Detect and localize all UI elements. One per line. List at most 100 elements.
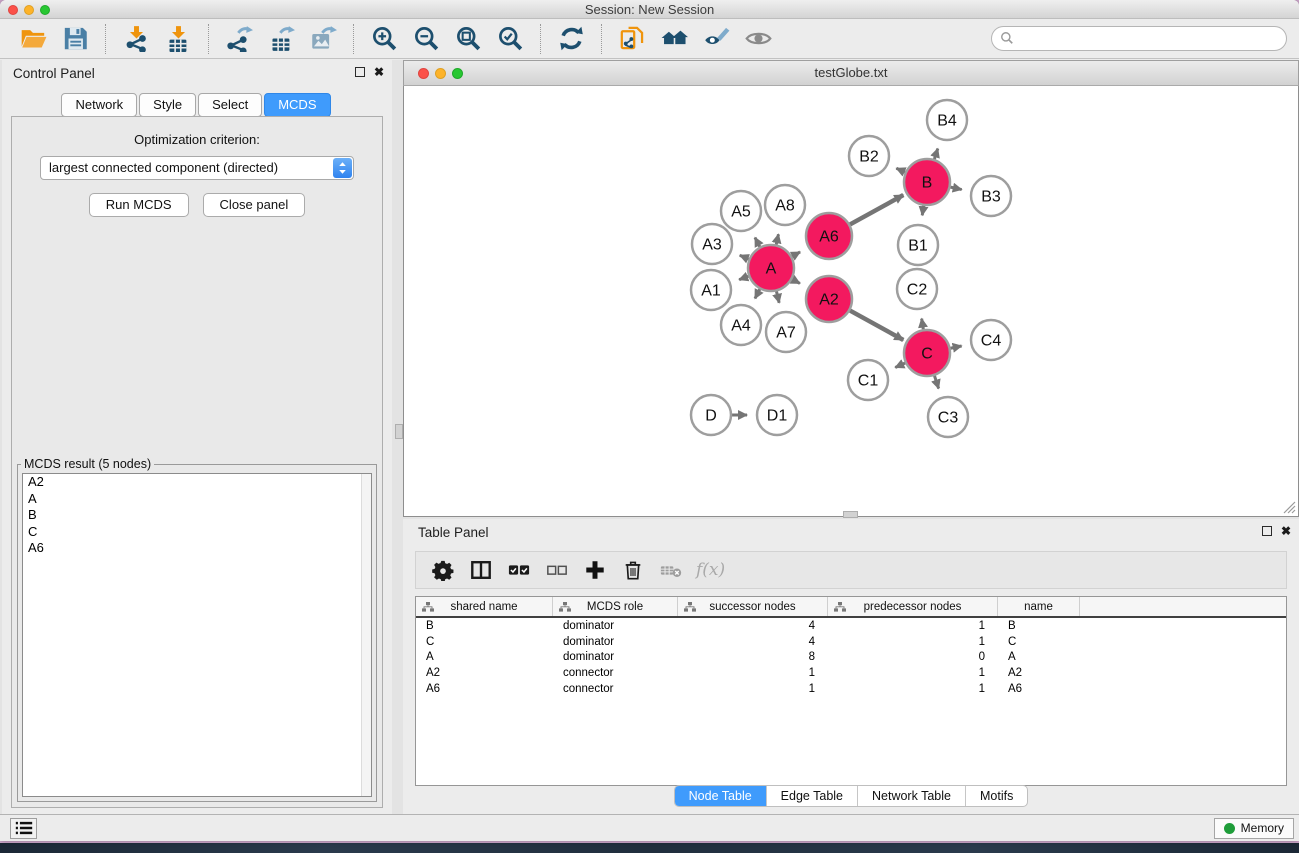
graph-edge-A-A5[interactable] (755, 238, 760, 247)
export-network-button[interactable] (218, 22, 260, 56)
zoom-selected-button[interactable] (489, 22, 531, 56)
search-input[interactable] (991, 26, 1287, 51)
graph-edge-A-A2[interactable] (792, 279, 800, 283)
column-header-shared-name[interactable]: shared name (416, 597, 553, 616)
graph-edge-C-C1[interactable] (895, 363, 905, 368)
tab-select[interactable]: Select (198, 93, 262, 117)
network-close-button[interactable] (418, 68, 429, 79)
network-zoom-button[interactable] (452, 68, 463, 79)
graph-node-C3[interactable]: C3 (928, 397, 968, 437)
resize-grip-icon[interactable] (1283, 501, 1296, 514)
graph-edge-B-B2[interactable] (896, 168, 905, 172)
graph-node-B1[interactable]: B1 (898, 225, 938, 265)
graph-node-C[interactable]: C (904, 330, 950, 376)
graph-node-A1[interactable]: A1 (691, 270, 731, 310)
result-item[interactable]: C (23, 524, 371, 541)
tab-style[interactable]: Style (139, 93, 196, 117)
delete-columns-button[interactable] (616, 555, 650, 585)
select-stepper-icon[interactable] (333, 158, 352, 178)
graph-edge-A-A1[interactable] (739, 276, 748, 279)
graph-edge-B-B4[interactable] (934, 149, 937, 160)
table-cell[interactable]: A2 (416, 667, 553, 679)
export-table-button[interactable] (260, 22, 302, 56)
graph-node-D[interactable]: D (691, 395, 731, 435)
table-row[interactable]: Bdominator41B (416, 618, 1286, 634)
graph-node-B[interactable]: B (904, 159, 950, 205)
zoom-window-button[interactable] (40, 5, 50, 15)
graph-edge-A2-C[interactable] (850, 311, 903, 340)
graph-node-B4[interactable]: B4 (927, 100, 967, 140)
table-cell[interactable]: connector (553, 667, 678, 679)
tab-mcds[interactable]: MCDS (264, 93, 330, 117)
clone-network-button[interactable] (611, 22, 653, 56)
table-cell[interactable]: dominator (553, 651, 678, 663)
graph-node-A7[interactable]: A7 (766, 312, 806, 352)
graph-node-A2[interactable]: A2 (806, 276, 852, 322)
column-header-MCDS-role[interactable]: MCDS role (553, 597, 678, 616)
table-cell[interactable]: 1 (828, 683, 998, 695)
graph-edge-A-A7[interactable] (776, 291, 779, 302)
show-view-button[interactable] (737, 22, 779, 56)
import-network-button[interactable] (115, 22, 157, 56)
table-cell[interactable]: 4 (678, 620, 828, 632)
zoom-out-button[interactable] (405, 22, 447, 56)
graph-edge-C-C2[interactable] (922, 319, 924, 330)
export-image-button[interactable] (302, 22, 344, 56)
graph-node-B2[interactable]: B2 (849, 136, 889, 176)
table-cell[interactable]: B (998, 620, 1080, 632)
table-cell[interactable]: dominator (553, 636, 678, 648)
column-header-successor-nodes[interactable]: successor nodes (678, 597, 828, 616)
table-row[interactable]: Adominator80A (416, 650, 1286, 666)
graph-node-B3[interactable]: B3 (971, 176, 1011, 216)
result-item[interactable]: A2 (23, 474, 371, 491)
table-cell[interactable]: 1 (828, 667, 998, 679)
tab-edge-table[interactable]: Edge Table (766, 786, 857, 806)
network-minimize-button[interactable] (435, 68, 446, 79)
float-panel-icon[interactable] (355, 67, 365, 77)
column-header-predecessor-nodes[interactable]: predecessor nodes (828, 597, 998, 616)
deselect-all-button[interactable] (540, 555, 574, 585)
table-cell[interactable]: 4 (678, 636, 828, 648)
table-cell[interactable]: 1 (678, 667, 828, 679)
task-history-button[interactable] (10, 818, 37, 839)
result-item[interactable]: A (23, 491, 371, 508)
table-float-panel-icon[interactable] (1262, 526, 1272, 536)
close-panel-icon[interactable]: ✖ (374, 67, 384, 77)
run-mcds-button[interactable]: Run MCDS (89, 193, 189, 217)
graph-node-C1[interactable]: C1 (848, 360, 888, 400)
table-row[interactable]: A2connector11A2 (416, 665, 1286, 681)
toggle-details-button[interactable] (695, 22, 737, 56)
graph-edge-C-C4[interactable] (951, 346, 962, 348)
graph-edge-A-A8[interactable] (776, 234, 778, 244)
result-list-scrollbar[interactable] (361, 474, 371, 796)
table-cell[interactable]: A2 (998, 667, 1080, 679)
criterion-select[interactable]: largest connected component (directed) (40, 156, 354, 180)
table-cell[interactable]: 1 (828, 620, 998, 632)
open-session-button[interactable] (12, 22, 54, 56)
table-cell[interactable]: C (998, 636, 1080, 648)
graph-edge-A6-B[interactable] (850, 195, 903, 224)
graph-node-A6[interactable]: A6 (806, 213, 852, 259)
table-cell[interactable]: 1 (678, 683, 828, 695)
network-canvas[interactable]: B4B2BB3A8A5A6A3B1AA1C2A2A4A7C4CC1C3DD1 (403, 86, 1299, 517)
table-cell[interactable]: A (998, 651, 1080, 663)
minimize-window-button[interactable] (24, 5, 34, 15)
refresh-view-button[interactable] (550, 22, 592, 56)
table-cell[interactable]: 8 (678, 651, 828, 663)
result-item[interactable]: B (23, 507, 371, 524)
graph-node-A4[interactable]: A4 (721, 305, 761, 345)
memory-button[interactable]: Memory (1214, 818, 1294, 839)
graph-edge-A-A3[interactable] (740, 255, 749, 259)
result-item[interactable]: A6 (23, 540, 371, 557)
zoom-in-button[interactable] (363, 22, 405, 56)
close-window-button[interactable] (8, 5, 18, 15)
settings-button[interactable] (426, 555, 460, 585)
horizontal-splitter-handle[interactable] (843, 511, 858, 518)
save-session-button[interactable] (54, 22, 96, 56)
graph-edge-A-A4[interactable] (755, 289, 760, 298)
import-table-button[interactable] (157, 22, 199, 56)
graph-node-A8[interactable]: A8 (765, 185, 805, 225)
tab-motifs[interactable]: Motifs (965, 786, 1027, 806)
graph-edge-C-C3[interactable] (934, 376, 938, 389)
table-cell[interactable]: dominator (553, 620, 678, 632)
